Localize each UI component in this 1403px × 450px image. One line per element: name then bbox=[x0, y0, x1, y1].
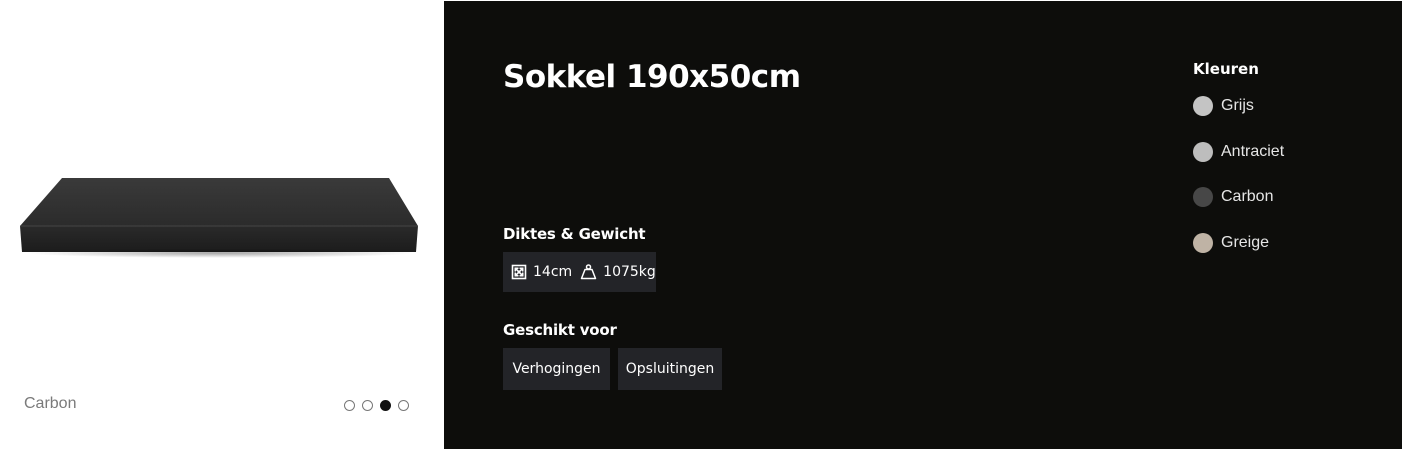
color-swatch bbox=[1193, 187, 1213, 207]
color-option-grijs[interactable]: Grijs bbox=[1193, 95, 1284, 117]
tag-opsluitingen[interactable]: Opsluitingen bbox=[618, 348, 722, 390]
color-name: Carbon bbox=[1221, 188, 1274, 205]
product-details-panel: Sokkel 190x50cm Diktes & Gewicht 14cm 10… bbox=[444, 1, 1402, 449]
weight-icon bbox=[580, 264, 597, 280]
color-swatch bbox=[1193, 141, 1213, 162]
suitable-label: Geschikt voor bbox=[503, 321, 617, 339]
color-option-carbon[interactable]: Carbon bbox=[1193, 186, 1284, 208]
carousel-dot[interactable] bbox=[362, 400, 373, 411]
carousel-dot[interactable] bbox=[344, 400, 355, 411]
thickness-spec: 14cm bbox=[511, 264, 572, 280]
color-name: Greige bbox=[1221, 233, 1270, 251]
weight-spec: 1075kg bbox=[580, 264, 656, 280]
slab-shadow bbox=[24, 248, 416, 258]
carousel-dot[interactable] bbox=[398, 400, 409, 411]
carousel-dot-active[interactable] bbox=[380, 400, 391, 411]
specs-label: Diktes & Gewicht bbox=[503, 225, 646, 243]
product-image-panel: Carbon bbox=[0, 0, 444, 450]
weight-value: 1075kg bbox=[603, 264, 656, 280]
resize-arrows-icon bbox=[511, 264, 527, 280]
color-name: Grijs bbox=[1221, 97, 1254, 114]
color-swatch bbox=[1193, 232, 1213, 253]
color-option-antraciet[interactable]: Antraciet bbox=[1193, 141, 1284, 163]
colors-label: Kleuren bbox=[1193, 60, 1259, 78]
color-options: Grijs Antraciet Carbon Greige bbox=[1193, 95, 1284, 277]
color-name: Antraciet bbox=[1221, 142, 1285, 160]
thickness-value: 14cm bbox=[533, 264, 573, 280]
image-variant-caption: Carbon bbox=[24, 395, 77, 412]
product-image bbox=[14, 170, 424, 270]
specs-box: 14cm 1075kg bbox=[503, 252, 656, 292]
color-swatch bbox=[1193, 96, 1213, 116]
tag-verhogingen[interactable]: Verhogingen bbox=[503, 348, 610, 390]
slab-image bbox=[20, 178, 418, 252]
color-option-greige[interactable]: Greige bbox=[1193, 232, 1284, 254]
page-title: Sokkel 190x50cm bbox=[503, 59, 801, 95]
carousel-dots bbox=[344, 400, 409, 411]
